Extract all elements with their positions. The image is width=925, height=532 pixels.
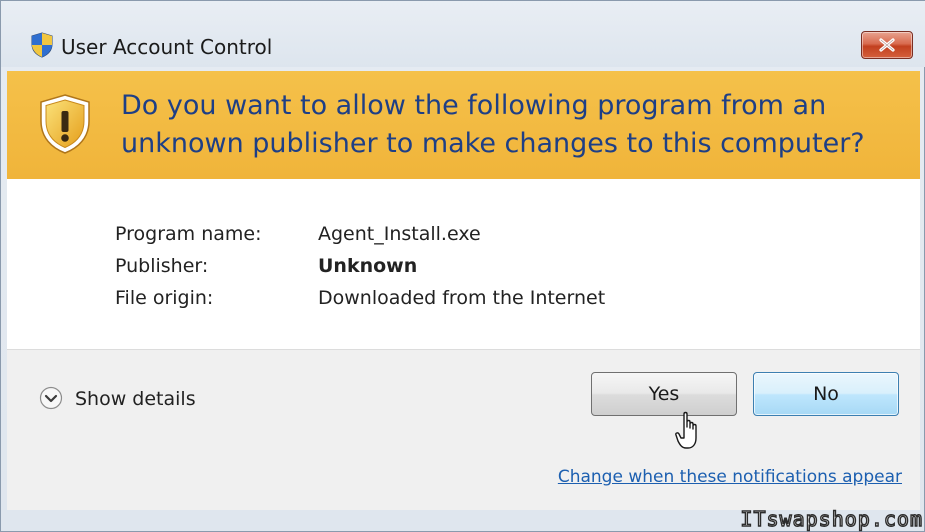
title-bar: User Account Control (1, 1, 925, 67)
program-name-value: Agent_Install.exe (318, 223, 481, 245)
program-name-label: Program name: (115, 223, 262, 245)
uac-question: Do you want to allow the following progr… (121, 90, 865, 159)
yes-button[interactable]: Yes (591, 372, 737, 416)
dialog-footer: Show details Yes No Change when these no… (7, 349, 920, 510)
publisher-label: Publisher: (115, 255, 209, 277)
uac-dialog: User Account Control Do you want to allo… (0, 0, 925, 532)
warning-shield-icon (37, 93, 93, 155)
show-details-label: Show details (75, 388, 196, 410)
file-origin-label: File origin: (115, 287, 214, 309)
watermark: ITswapshop.com (740, 506, 923, 531)
chevron-down-icon (39, 386, 63, 410)
close-button[interactable] (861, 31, 913, 59)
change-notifications-link[interactable]: Change when these notifications appear (558, 466, 902, 488)
close-icon (879, 38, 895, 52)
window-title: User Account Control (61, 35, 273, 59)
no-button[interactable]: No (753, 372, 899, 416)
uac-shield-icon (30, 32, 54, 58)
file-origin-value: Downloaded from the Internet (318, 287, 606, 309)
program-details: Program name: Agent_Install.exe Publishe… (7, 179, 920, 349)
warning-banner: Do you want to allow the following progr… (7, 71, 920, 179)
mouse-cursor-icon (675, 410, 707, 454)
publisher-value: Unknown (318, 255, 418, 277)
